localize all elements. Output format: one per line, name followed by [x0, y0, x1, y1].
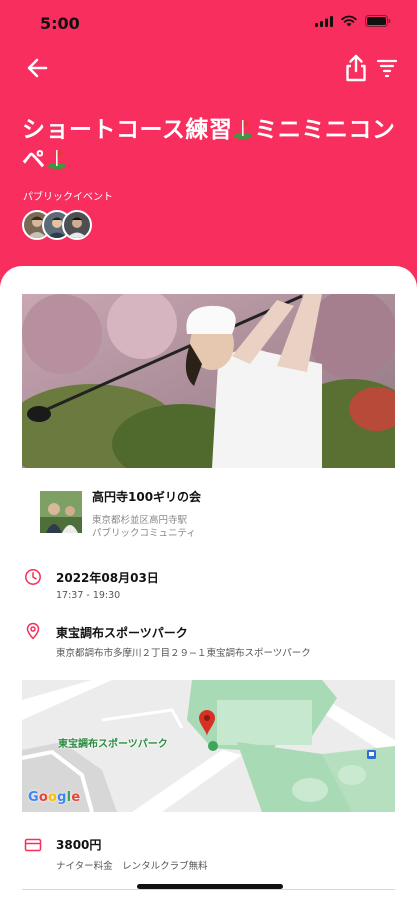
venue-name[interactable]: 東宝調布スポーツパーク	[56, 624, 188, 641]
location-pin-icon	[26, 622, 40, 640]
wifi-icon	[341, 15, 357, 27]
event-title: ショートコース練習 ミニミニコンペ	[22, 115, 402, 175]
nav-bar	[0, 50, 417, 86]
battery-icon	[365, 15, 391, 27]
event-type-label: パブリックイベント	[23, 192, 113, 203]
event-time: 17:37 - 19:30	[56, 590, 121, 601]
price-note: ナイター料金 レンタルクラブ無料	[56, 861, 208, 872]
venue-address[interactable]: 東京都調布市多摩川２丁目２９−１東宝調布スポーツパーク	[56, 645, 311, 659]
share-icon	[346, 54, 366, 82]
home-indicator[interactable]	[137, 884, 283, 889]
back-button[interactable]	[24, 54, 54, 82]
community-link[interactable]: 高円寺100ギリの会 東京都杉並区高円寺駅 パブリックコミュニティ	[40, 488, 380, 539]
status-bar: 5:00	[0, 0, 417, 44]
golf-flag-icon	[47, 150, 66, 169]
status-time: 5:00	[40, 14, 80, 33]
back-arrow-icon	[27, 58, 48, 78]
share-button[interactable]	[343, 53, 369, 83]
avatar[interactable]	[62, 210, 92, 240]
event-hero-image	[22, 294, 395, 468]
community-name: 高円寺100ギリの会	[92, 490, 202, 504]
divider	[22, 889, 395, 890]
filter-icon	[376, 59, 398, 78]
filter-button[interactable]	[375, 56, 399, 80]
community-type: パブリックコミュニティ	[92, 528, 196, 539]
google-logo: Google	[28, 790, 81, 805]
credit-card-icon	[24, 838, 42, 852]
signal-icon	[315, 15, 333, 27]
status-icons	[315, 15, 391, 27]
map-place-label: 東宝調布スポーツパーク	[58, 739, 168, 750]
event-date: 2022年08月03日	[56, 571, 159, 585]
community-location: 東京都杉並区高円寺駅	[92, 515, 188, 526]
community-thumbnail	[40, 491, 82, 533]
golf-flag-icon	[234, 120, 253, 139]
title-part-1: ショートコース練習	[22, 117, 233, 143]
venue-map[interactable]: 東宝調布スポーツパーク Google	[22, 680, 395, 812]
clock-icon	[25, 569, 41, 585]
event-price: 3800円	[56, 838, 102, 852]
